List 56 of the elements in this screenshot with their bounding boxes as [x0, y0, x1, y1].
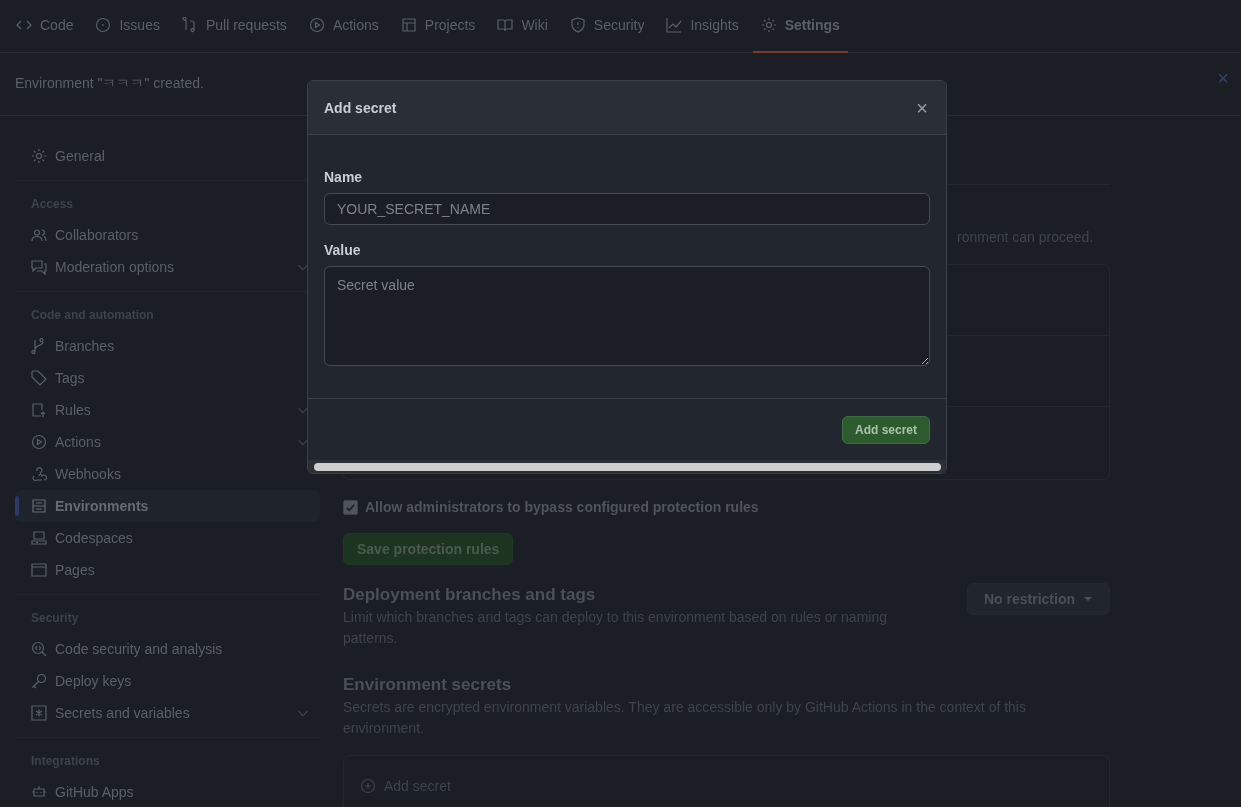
table-icon [400, 17, 417, 33]
key-icon [31, 673, 47, 689]
gear-icon [760, 17, 777, 33]
document-arrow-icon [31, 402, 47, 418]
sidebar-item[interactable]: Pages [15, 554, 320, 586]
codescan-icon [31, 641, 47, 657]
graph-icon [666, 17, 683, 33]
sidebar-item[interactable]: Moderation options [15, 251, 320, 283]
scrollbar[interactable] [314, 463, 941, 471]
sidebar-item[interactable]: Code security and analysis [15, 633, 320, 665]
caret-icon [1083, 596, 1093, 602]
shield-icon [569, 17, 586, 33]
nav-tab[interactable]: Settings [752, 0, 848, 53]
robot-icon [31, 784, 47, 800]
nav-tab[interactable]: Pull requests [173, 0, 295, 53]
nav-tab[interactable]: Actions [300, 0, 387, 53]
people-icon [31, 227, 47, 243]
server-icon [31, 498, 47, 514]
comments-icon [31, 259, 47, 275]
gear-icon [31, 148, 47, 164]
sidebar-item[interactable]: Branches [15, 330, 320, 362]
play-icon [31, 434, 47, 450]
browser-icon [31, 562, 47, 578]
sidebar-item[interactable]: Actions [15, 426, 320, 458]
play-icon [308, 17, 325, 33]
book-icon [497, 17, 514, 33]
sidebar-item[interactable]: Deploy keys [15, 665, 320, 697]
nav-tab[interactable]: Wiki [489, 0, 556, 53]
value-field[interactable]: Secret value [324, 266, 930, 366]
add-secret-button[interactable]: Add secret [841, 415, 930, 444]
nav-tab[interactable]: Security [561, 0, 653, 53]
sidebar-item[interactable]: Secrets and variables [15, 697, 320, 729]
nav-tab[interactable]: Issues [87, 0, 168, 53]
tag-icon [31, 370, 47, 386]
nav-tab[interactable]: Code [8, 0, 82, 53]
sidebar-item[interactable]: Codespaces [15, 522, 320, 554]
laptop-icon [31, 530, 47, 546]
sidebar-item[interactable]: Rules [15, 394, 320, 426]
field-label: Name [324, 169, 364, 185]
field-label: Value [324, 242, 362, 258]
sidebar-item[interactable]: Tags [15, 362, 320, 394]
checkbox[interactable] [343, 499, 358, 515]
sidebar-item[interactable]: Collaborators [15, 219, 320, 251]
nav-tab[interactable]: Projects [392, 0, 484, 53]
flash-message: Environment "ㅋㅋㅋ" created. [15, 75, 204, 93]
nav-tab[interactable]: Insights [658, 0, 747, 53]
sidebar-item[interactable]: General [15, 140, 320, 172]
close-button[interactable]: × [1213, 66, 1233, 90]
close-button[interactable]: × [914, 97, 930, 118]
sidebar-item[interactable]: Environments [15, 490, 320, 522]
branch-icon [31, 338, 47, 354]
name-field[interactable]: YOUR_SECRET_NAME [324, 193, 930, 225]
dialog-title: Add secret [324, 99, 397, 116]
asterisk-box-icon [31, 705, 47, 721]
sidebar-item[interactable]: Webhooks [15, 458, 320, 490]
sidebar-item[interactable]: GitHub Apps [15, 776, 320, 807]
